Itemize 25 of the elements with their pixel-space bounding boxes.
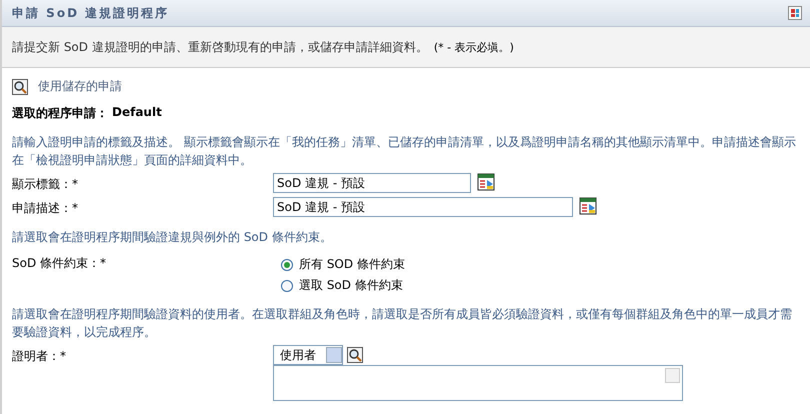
instruction-text: 請選取會在證明程序期間驗證資料的使用者。在選取群組及角色時，請選取是否所有成員皆必須驗證資料，或僅有每個群組及角色中的單一成員才需要驗證資料，以完成程序。 xyxy=(12,306,793,341)
field-label: 申請描述：* xyxy=(12,200,79,217)
text-field[interactable]: SoD 違規 - 預設 xyxy=(273,197,573,217)
instruction-text: 請輸入證明申請的標籤及描述。 顯示標籤會顯示在「我的任務」清單、已儲存的申請清單，以及爲證明申請名稱的其他顯示清單中。申請描述會顯示在「檢視證明申請狀態」頁面的詳細資料中。 xyxy=(12,134,797,169)
grid-icon[interactable] xyxy=(788,6,802,20)
field-label: SoD 條件約束：* xyxy=(12,255,108,272)
selected-request-value: Default xyxy=(112,105,162,121)
radio-button[interactable] xyxy=(281,258,293,270)
search-icon[interactable] xyxy=(12,78,28,94)
field-label: 顯示標籤：* xyxy=(12,176,79,193)
book-icon[interactable] xyxy=(477,173,495,191)
type-dropdown[interactable]: 使用者 xyxy=(273,345,343,365)
book-icon[interactable] xyxy=(579,197,597,215)
radio-button[interactable] xyxy=(281,280,293,292)
saved-request-link[interactable]: 使用儲存的申請 xyxy=(38,78,122,95)
intro-text: 請提交新 SoD 違規證明的申請、重新啓動現有的申請，或儲存申請詳細資料。 xyxy=(12,38,428,56)
selected-request-label: 選取的程序申請： xyxy=(12,105,108,122)
page-title: 申請 SoD 違規證明程序 xyxy=(12,4,170,22)
field-label: 證明者：* xyxy=(12,348,67,365)
radio-label[interactable]: 選取 SoD 條件約束 xyxy=(299,277,403,294)
radio-label[interactable]: 所有 SOD 條件約束 xyxy=(299,256,405,273)
search-icon[interactable] xyxy=(347,347,363,363)
instruction-text: 請選取會在證明程序期間驗證違規與例外的 SoD 條件約束。 xyxy=(12,229,333,246)
text-field[interactable]: SoD 違規 - 預設 xyxy=(273,173,471,193)
required-note: (* - 表示必塡。) xyxy=(434,40,514,54)
